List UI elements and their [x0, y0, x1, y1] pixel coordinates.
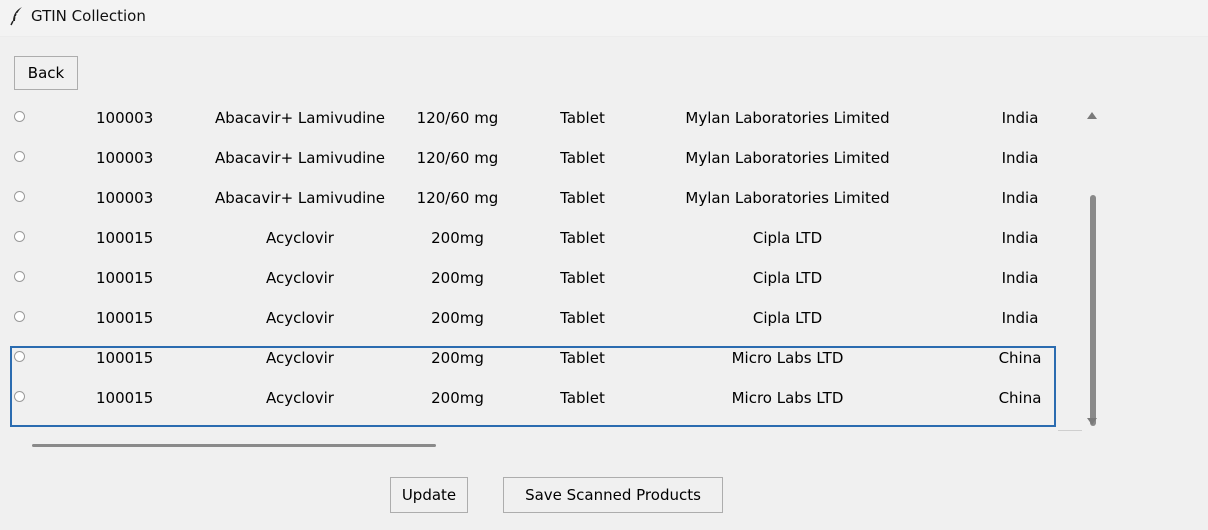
horizontal-scrollbar-thumb[interactable]	[32, 444, 436, 447]
row-radio-button[interactable]	[14, 351, 25, 362]
scroll-up-arrow-icon[interactable]	[1087, 112, 1097, 119]
row-radio-button[interactable]	[14, 391, 25, 402]
row-product-name: Abacavir+ Lamivudine	[214, 189, 386, 207]
row-manufacturer: Cipla LTD	[752, 229, 823, 247]
product-row[interactable]: 100015 Acyclovir 200mg Tablet Micro Labs LTD…	[0, 338, 1070, 378]
row-radio-button[interactable]	[14, 191, 25, 202]
row-code: 100003	[96, 109, 154, 127]
back-button[interactable]: Back	[14, 56, 78, 90]
row-product-name: Abacavir+ Lamivudine	[214, 109, 386, 127]
row-radio-button[interactable]	[14, 231, 25, 242]
row-code: 100015	[96, 389, 154, 407]
row-country: India	[1001, 109, 1039, 127]
row-dosage-form: Tablet	[560, 229, 605, 247]
row-country: India	[1001, 309, 1039, 327]
row-radio-button[interactable]	[14, 271, 25, 282]
row-product-name: Acyclovir	[266, 389, 334, 407]
row-code: 100015	[96, 269, 154, 287]
row-country: India	[1001, 269, 1039, 287]
row-dosage-form: Tablet	[560, 149, 605, 167]
row-code: 100015	[96, 229, 154, 247]
row-dosage-form: Tablet	[560, 349, 605, 367]
row-code: 100003	[96, 149, 154, 167]
window-title: GTIN Collection	[31, 7, 146, 25]
product-row[interactable]: 100015 Acyclovir 200mg Tablet Cipla LTD India	[0, 258, 1070, 298]
product-list: 100003 Abacavir+ Lamivudine 120/60 mg Table…	[0, 98, 1070, 430]
row-code: 100015	[96, 309, 154, 327]
row-manufacturer: Cipla LTD	[752, 269, 823, 287]
row-product-name: Acyclovir	[266, 229, 334, 247]
row-strength: 120/60 mg	[416, 109, 499, 127]
product-row[interactable]: 100003 Abacavir+ Lamivudine 120/60 mg Table…	[0, 178, 1070, 218]
row-manufacturer: Mylan Laboratories Limited	[685, 149, 890, 167]
row-country: China	[998, 349, 1042, 367]
row-manufacturer: Cipla LTD	[752, 309, 823, 327]
row-country: India	[1001, 149, 1039, 167]
row-product-name: Acyclovir	[266, 349, 334, 367]
row-country: India	[1001, 189, 1039, 207]
row-strength: 200mg	[431, 309, 484, 327]
row-dosage-form: Tablet	[560, 389, 605, 407]
row-radio-button[interactable]	[14, 111, 25, 122]
row-strength: 200mg	[431, 269, 484, 287]
update-button[interactable]: Update	[390, 477, 468, 513]
row-manufacturer: Micro Labs LTD	[731, 349, 844, 367]
row-manufacturer: Mylan Laboratories Limited	[685, 189, 890, 207]
horizontal-scrollbar[interactable]	[30, 440, 440, 450]
row-code: 100015	[96, 349, 154, 367]
row-strength: 200mg	[431, 229, 484, 247]
row-dosage-form: Tablet	[560, 309, 605, 327]
vertical-scrollbar-thumb[interactable]	[1090, 195, 1096, 426]
scrollbar-divider	[1058, 430, 1082, 431]
row-code: 100003	[96, 189, 154, 207]
scroll-down-arrow-icon[interactable]	[1087, 418, 1097, 425]
save-scanned-products-button[interactable]: Save Scanned Products	[503, 477, 723, 513]
row-dosage-form: Tablet	[560, 109, 605, 127]
title-bar: GTIN Collection	[0, 0, 1208, 37]
product-row[interactable]: 100003 Abacavir+ Lamivudine 120/60 mg Table…	[0, 98, 1070, 138]
row-product-name: Acyclovir	[266, 269, 334, 287]
row-dosage-form: Tablet	[560, 189, 605, 207]
product-row[interactable]: 100003 Abacavir+ Lamivudine 120/60 mg Table…	[0, 138, 1070, 178]
product-row[interactable]: 100015 Acyclovir 200mg Tablet Micro Labs LTD…	[0, 378, 1070, 418]
vertical-scrollbar[interactable]	[1082, 98, 1104, 430]
row-strength: 200mg	[431, 349, 484, 367]
product-row[interactable]: 100015 Acyclovir 200mg Tablet Cipla LTD India	[0, 218, 1070, 258]
row-strength: 120/60 mg	[416, 149, 499, 167]
row-country: China	[998, 389, 1042, 407]
product-row[interactable]: 100015 Acyclovir 200mg Tablet Cipla LTD India	[0, 298, 1070, 338]
row-product-name: Acyclovir	[266, 309, 334, 327]
row-manufacturer: Micro Labs LTD	[731, 389, 844, 407]
row-radio-button[interactable]	[14, 311, 25, 322]
row-dosage-form: Tablet	[560, 269, 605, 287]
feather-icon	[10, 6, 24, 26]
row-country: India	[1001, 229, 1039, 247]
row-radio-button[interactable]	[14, 151, 25, 162]
row-strength: 200mg	[431, 389, 484, 407]
row-manufacturer: Mylan Laboratories Limited	[685, 109, 890, 127]
row-strength: 120/60 mg	[416, 189, 499, 207]
row-product-name: Abacavir+ Lamivudine	[214, 149, 386, 167]
